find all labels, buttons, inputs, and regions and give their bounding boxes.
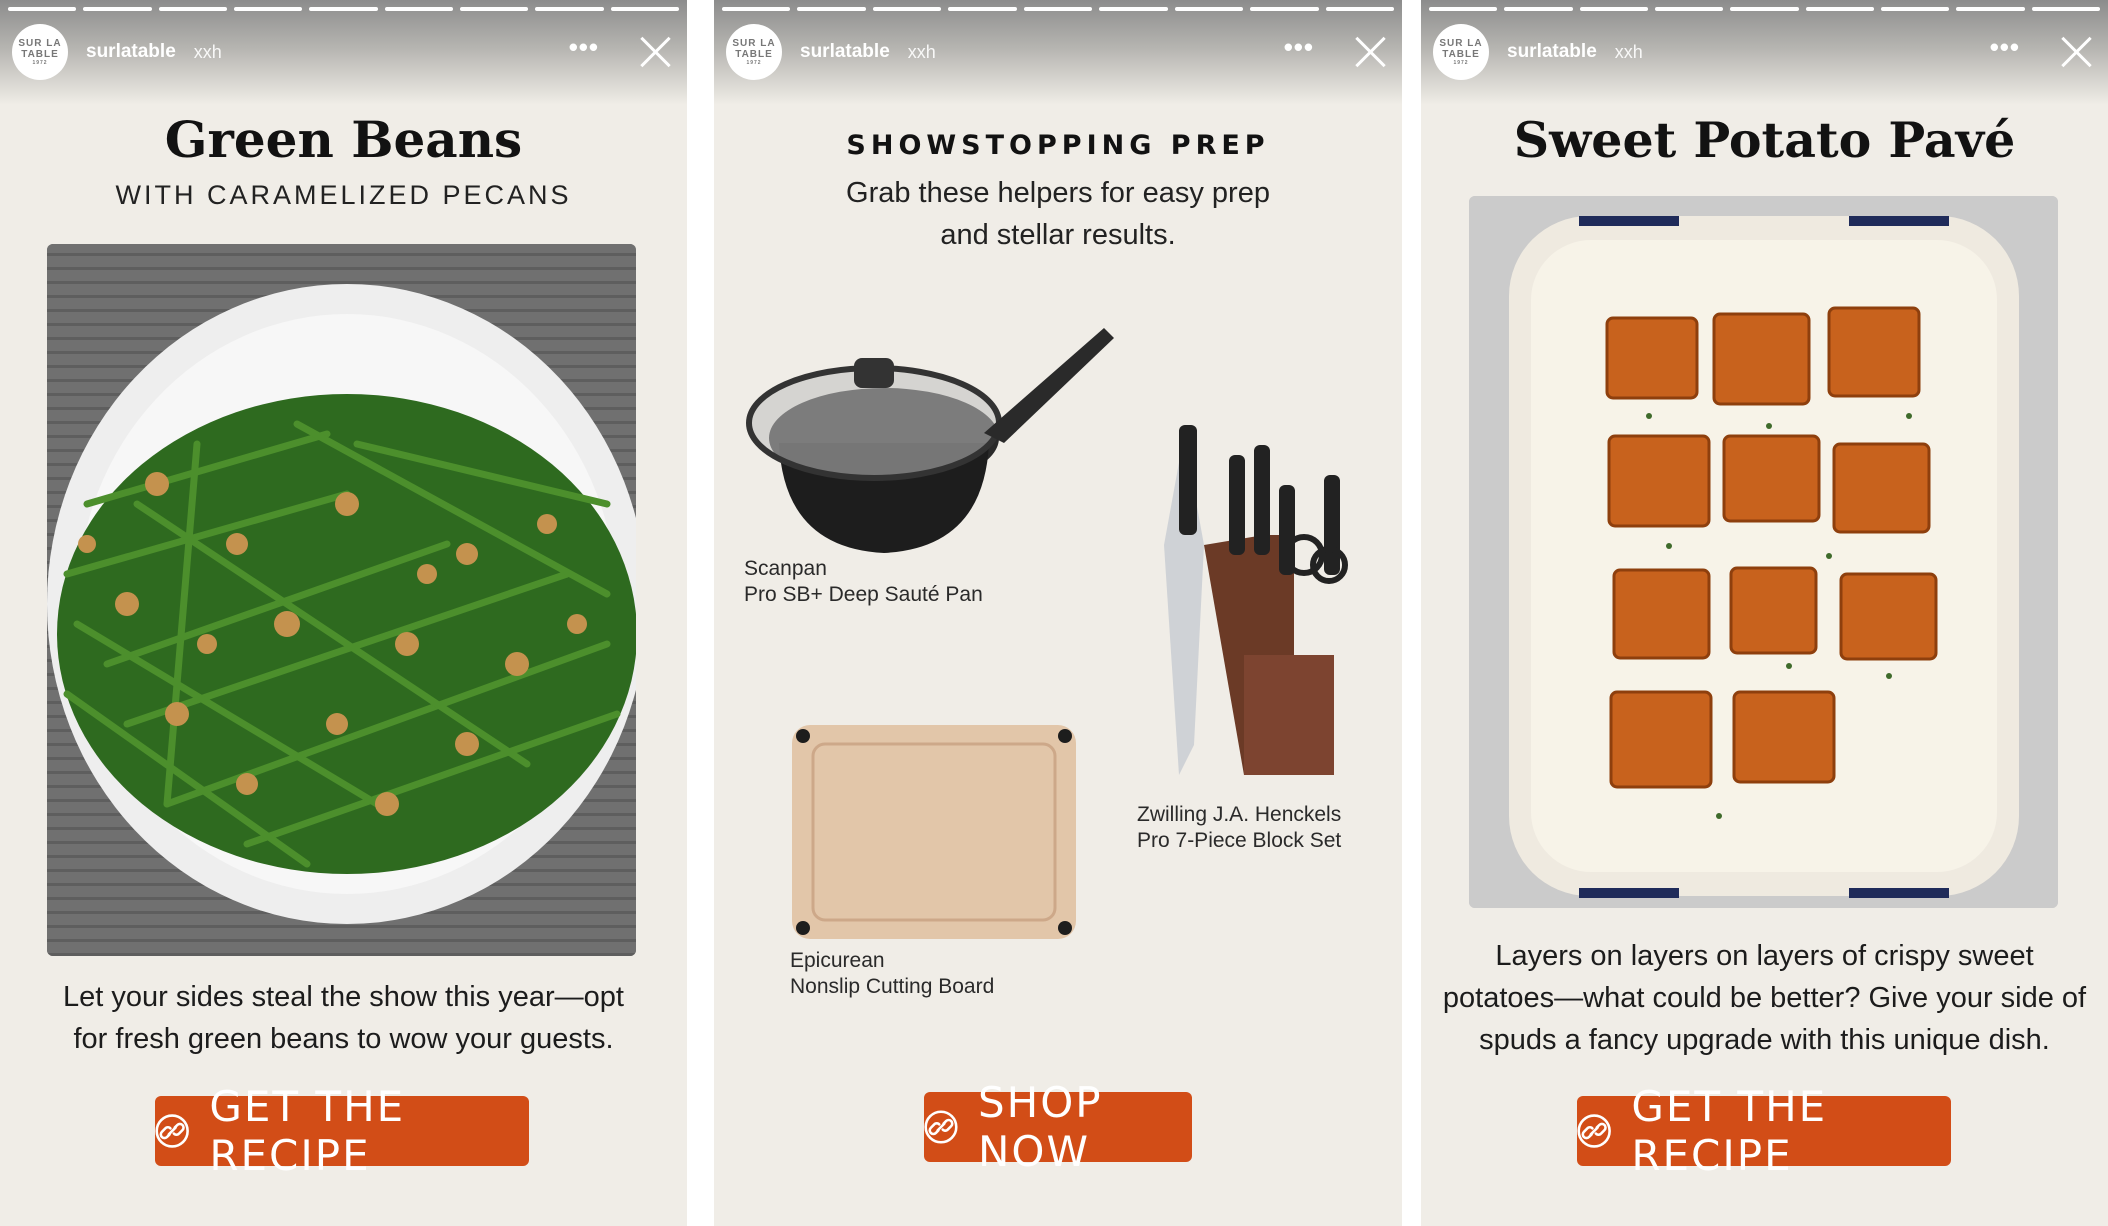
cta-label: GET THE RECIPE: [1631, 1082, 1828, 1180]
more-options-icon[interactable]: •••: [569, 34, 599, 67]
story-subtitle: Grab these helpers for easy prep and ste…: [846, 177, 1270, 251]
story-sweet-potato-pave[interactable]: SUR LA TABLE 1972 surlatable xxh ••• Swe…: [1421, 0, 2108, 1226]
story-header: SUR LA TABLE 1972 surlatable xxh •••: [1433, 24, 2096, 80]
close-icon[interactable]: [1354, 36, 1386, 68]
saute-pan-image: [746, 328, 1114, 553]
close-icon[interactable]: [2060, 36, 2092, 68]
close-icon[interactable]: [639, 36, 671, 68]
get-the-recipe-button[interactable]: GET THE RECIPE: [1577, 1082, 1951, 1180]
progress-bars: [1429, 7, 2100, 11]
progress-bars: [8, 7, 679, 11]
story-title: Green Beans: [164, 110, 523, 169]
avatar[interactable]: SUR LA TABLE 1972: [726, 24, 782, 80]
cutting-board-image: [792, 725, 1076, 939]
story-title: Sweet Potato Pavé: [1513, 111, 2016, 169]
story-showstopping-prep[interactable]: SUR LA TABLE 1972 surlatable xxh ••• SHO…: [714, 0, 1402, 1226]
product-label-knife-block[interactable]: Zwilling J.A. Henckels Pro 7-Piece Block…: [1137, 802, 1341, 854]
timestamp: xxh: [907, 41, 936, 62]
link-icon: [155, 1114, 189, 1148]
timestamp: xxh: [193, 41, 222, 62]
avatar[interactable]: SUR LA TABLE 1972: [1433, 24, 1489, 80]
green-beans-photo: [47, 244, 636, 956]
link-icon: [924, 1110, 958, 1144]
get-the-recipe-button[interactable]: GET THE RECIPE: [155, 1082, 529, 1180]
story-body-text: Let your sides steal the show this year—…: [63, 981, 624, 1055]
cta-label: GET THE RECIPE: [209, 1082, 406, 1180]
link-icon: [1577, 1114, 1611, 1148]
username[interactable]: surlatable: [800, 41, 890, 63]
timestamp: xxh: [1614, 41, 1643, 62]
username[interactable]: surlatable: [86, 41, 176, 63]
story-header: SUR LA TABLE 1972 surlatable xxh •••: [726, 24, 1390, 80]
knife-block-image: [1164, 425, 1348, 775]
progress-bars: [722, 7, 1394, 11]
cta-label: SHOP NOW: [977, 1078, 1103, 1176]
story-title: SHOWSTOPPING PREP: [846, 130, 1270, 161]
sweet-potato-pave-photo: [1469, 196, 2058, 908]
story-body-text: Layers on layers on layers of crispy swe…: [1442, 940, 2087, 1056]
more-options-icon[interactable]: •••: [1284, 34, 1314, 67]
story-green-beans[interactable]: SUR LA TABLE 1972 surlatable xxh ••• Gre…: [0, 0, 687, 1226]
story-subtitle: WITH CARAMELIZED PECANS: [115, 180, 572, 210]
shop-now-button[interactable]: SHOP NOW: [924, 1078, 1192, 1176]
more-options-icon[interactable]: •••: [1990, 34, 2020, 67]
story-header: SUR LA TABLE 1972 surlatable xxh •••: [12, 24, 675, 80]
product-label-saute-pan[interactable]: Scanpan Pro SB+ Deep Sauté Pan: [744, 556, 983, 608]
product-label-cutting-board[interactable]: Epicurean Nonslip Cutting Board: [790, 948, 994, 1000]
avatar[interactable]: SUR LA TABLE 1972: [12, 24, 68, 80]
username[interactable]: surlatable: [1507, 41, 1597, 63]
